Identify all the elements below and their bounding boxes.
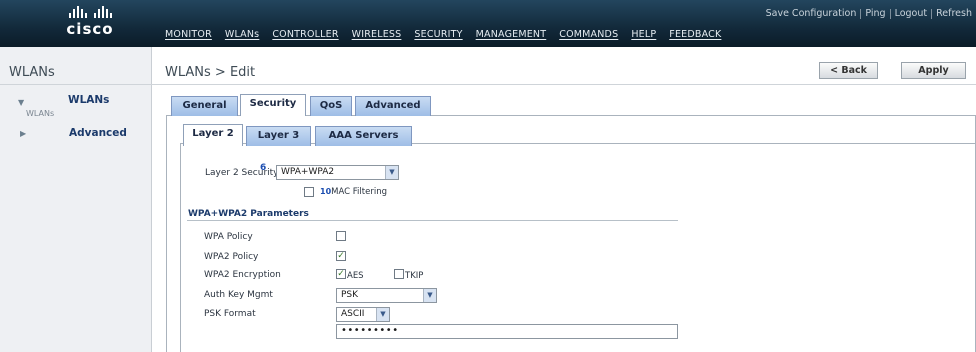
aes-checkbox[interactable]: ✓	[336, 269, 346, 279]
nav-feedback[interactable]: FEEDBACK	[669, 29, 721, 40]
save-configuration-link[interactable]: Save Configuration	[762, 8, 861, 19]
divider	[187, 220, 678, 221]
params-heading: WPA+WPA2 Parameters	[188, 209, 309, 219]
divider	[152, 84, 976, 85]
cisco-logo-bars-icon	[44, 6, 136, 18]
top-header: cisco Save Configuration Ping Logout Ref…	[0, 0, 976, 47]
nav-monitor[interactable]: MONITOR	[165, 29, 212, 40]
help-footnote-icon[interactable]: 6	[260, 163, 266, 173]
auth-key-mgmt-value: PSK	[341, 290, 359, 300]
psk-format-value: ASCII	[341, 309, 365, 319]
subtab-aaa-servers[interactable]: AAA Servers	[315, 126, 412, 146]
cisco-logo-text: cisco	[66, 20, 114, 38]
subtab-layer-3[interactable]: Layer 3	[246, 126, 311, 146]
tab-general[interactable]: General	[171, 96, 238, 116]
wpa2-policy-label: WPA2 Policy	[204, 252, 259, 262]
utility-links: Save Configuration Ping Logout Refresh	[762, 8, 976, 19]
sidebar-item-advanced[interactable]: Advanced	[69, 127, 127, 139]
psk-format-label: PSK Format	[204, 309, 256, 319]
mac-filtering-text: MAC Filtering	[331, 187, 387, 197]
left-sidebar: WLANs ▼ WLANs WLANs ▶ Advanced	[0, 47, 152, 352]
chevron-down-icon: ▼	[376, 308, 389, 321]
wpa-policy-label: WPA Policy	[204, 232, 253, 242]
page-title: WLANs > Edit	[165, 65, 256, 80]
nav-security[interactable]: SECURITY	[414, 29, 462, 40]
tab-qos[interactable]: QoS	[310, 96, 352, 116]
tkip-checkbox[interactable]	[394, 269, 404, 279]
chevron-down-icon: ▼	[385, 166, 398, 179]
back-button[interactable]: < Back	[819, 62, 878, 79]
subtab-layer-2[interactable]: Layer 2	[183, 124, 243, 146]
chevron-down-icon: ▼	[423, 289, 436, 302]
psk-format-select[interactable]: ASCII ▼	[336, 307, 390, 322]
main-nav: MONITOR WLANs CONTROLLER WIRELESS SECURI…	[165, 29, 734, 40]
image-id-watermark	[962, 296, 974, 344]
nav-wireless[interactable]: WIRELESS	[352, 29, 402, 40]
mac-filtering-checkbox[interactable]	[304, 187, 314, 197]
aes-label: AES	[347, 271, 364, 281]
auth-key-mgmt-label: Auth Key Mgmt	[204, 290, 273, 300]
layer2-security-value: WPA+WPA2	[281, 167, 335, 177]
expand-arrow-icon[interactable]: ▼	[18, 98, 24, 107]
tab-advanced[interactable]: Advanced	[355, 96, 431, 116]
nav-wlans[interactable]: WLANs	[225, 29, 259, 40]
sidebar-title: WLANs	[9, 65, 55, 80]
wpa2-encryption-label: WPA2 Encryption	[204, 270, 281, 280]
wpa-policy-checkbox[interactable]	[336, 231, 346, 241]
cisco-logo: cisco	[44, 6, 136, 42]
wpa2-policy-checkbox[interactable]: ✓	[336, 251, 346, 261]
nav-controller[interactable]: CONTROLLER	[272, 29, 338, 40]
nav-help[interactable]: HELP	[631, 29, 656, 40]
logout-link[interactable]: Logout	[891, 8, 932, 19]
tab-security[interactable]: Security	[240, 94, 306, 116]
ping-link[interactable]: Ping	[861, 8, 889, 19]
nav-management[interactable]: MANAGEMENT	[476, 29, 547, 40]
mac-filtering-footnote: 10	[320, 187, 332, 196]
layer2-security-label: Layer 2 Security	[205, 168, 279, 178]
refresh-link[interactable]: Refresh	[932, 8, 976, 19]
psk-password-field[interactable]: •••••••••	[336, 324, 678, 339]
auth-key-mgmt-select[interactable]: PSK ▼	[336, 288, 437, 303]
nav-commands[interactable]: COMMANDS	[559, 29, 618, 40]
divider	[0, 84, 152, 85]
layer2-security-select[interactable]: WPA+WPA2 ▼	[276, 165, 399, 180]
apply-button[interactable]: Apply	[901, 62, 966, 79]
tkip-label: TKIP	[405, 271, 424, 281]
sidebar-subitem-wlans[interactable]: WLANs	[26, 109, 54, 118]
collapse-arrow-icon[interactable]: ▶	[20, 129, 26, 138]
mac-filtering-label: 10MAC Filtering	[320, 187, 387, 197]
sidebar-item-wlans[interactable]: WLANs	[68, 94, 109, 106]
